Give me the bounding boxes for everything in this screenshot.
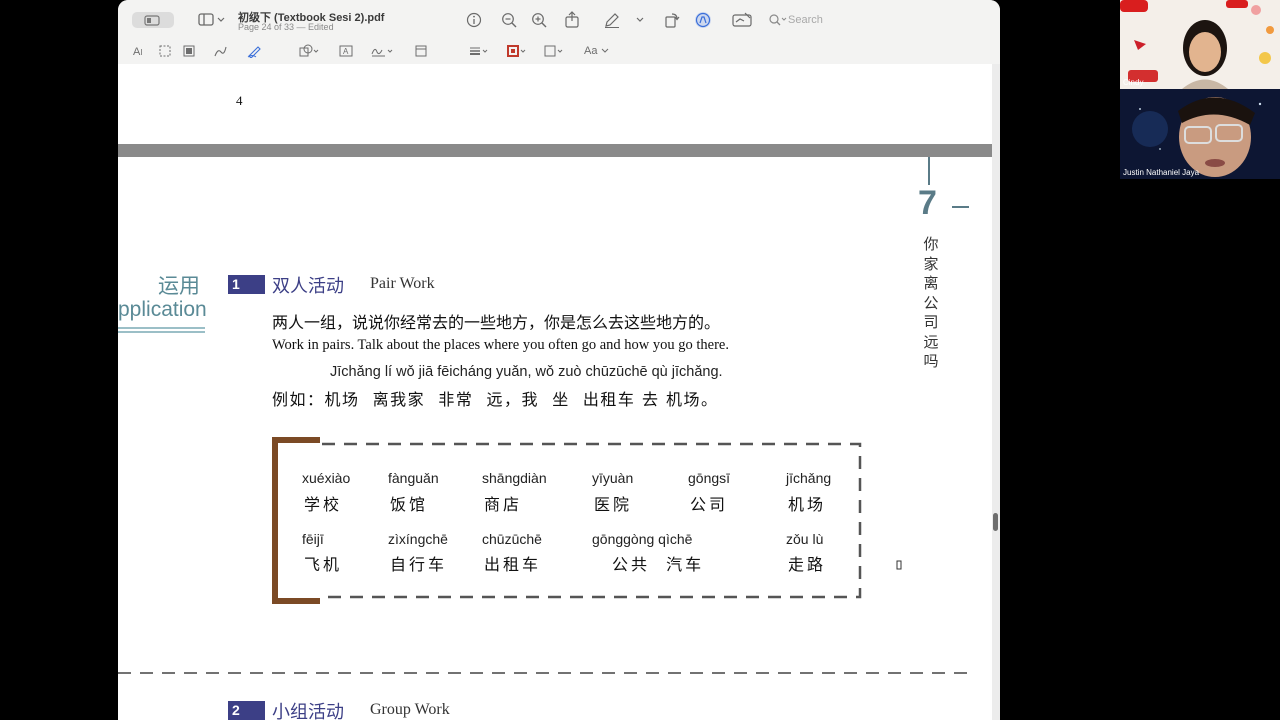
info-icon[interactable] (466, 12, 482, 28)
vocab-hanzi: 商店 (484, 495, 523, 514)
text-box-tool-icon[interactable]: A (339, 44, 353, 61)
section-label-cn: 运用 (158, 274, 200, 298)
webcam-tile-cindy[interactable]: Cindy (1120, 0, 1280, 89)
preview-window: 初级下 (Textbook Sesi 2).pdf Page 24 of 33 … (118, 0, 1000, 720)
zoom-out-icon[interactable] (501, 12, 517, 28)
vocab-hanzi: 公司 (690, 495, 729, 514)
example-cn: 例如：机场 离我家 非常 远，我 坐 出租车 去 机场。 (272, 390, 719, 409)
section-underline-2 (118, 331, 205, 333)
vocab-pinyin: fànguǎn (388, 470, 439, 486)
signature-tool-icon[interactable] (371, 44, 395, 61)
vocab-pinyin: jīchǎng (786, 470, 832, 486)
vocab-hanzi: 出租车 (484, 555, 542, 574)
search-field[interactable]: Search (764, 12, 984, 28)
border-color-icon[interactable] (507, 44, 529, 61)
line-style-icon[interactable] (469, 44, 491, 61)
vocab-pinyin: fēijī (302, 531, 324, 547)
activity-1-title-cn: 双人活动 (272, 276, 344, 297)
draw-tool-icon[interactable] (247, 44, 261, 61)
window-mode-control[interactable] (132, 12, 174, 28)
chapter-title-char: 司 (923, 313, 939, 331)
chapter-title-char: 吗 (923, 352, 939, 370)
activity-2-title-cn: 小组活动 (272, 702, 344, 720)
vocab-hanzi: 机场 (788, 495, 827, 514)
redact-tool-icon[interactable] (183, 45, 195, 60)
vocab-pinyin: shāngdiàn (482, 470, 547, 486)
vocab-pinyin: xuéxiào (302, 470, 351, 486)
markup-icon[interactable] (695, 12, 711, 28)
instruction-cn: 两人一组，说说你经常去的一些地方，你是怎么去这些地方的。 (272, 313, 721, 332)
vocab-pinyin: chūzūchē (482, 531, 542, 547)
cursor-icon (896, 560, 902, 570)
chapter-dash (952, 206, 969, 208)
shapes-tool-icon[interactable] (299, 44, 321, 61)
vocab-pinyin: yīyuàn (592, 470, 634, 486)
svg-text:A: A (343, 47, 349, 56)
previous-page (118, 64, 992, 144)
previous-page-number: 4 (236, 93, 243, 108)
chapter-title-char: 远 (923, 332, 939, 351)
section-underline (118, 327, 205, 329)
document-subtitle: Page 24 of 33 — Edited (238, 22, 334, 32)
chapter-title-char: 公 (923, 293, 939, 312)
vocab-hanzi: 公共 汽车 (612, 555, 705, 574)
activity-2-badge: 2 (228, 701, 265, 720)
annotation-form-icon[interactable] (732, 12, 752, 28)
markup-toolbar: AI A Aa (118, 40, 1000, 65)
pdf-page: 7 你家离公司远吗 运用 pplication 1 双人活动 Pair Work… (118, 157, 992, 720)
activity-2-title-en: Group Work (370, 701, 450, 718)
vocab-box-frame (272, 437, 862, 604)
vocab-pinyin: zǒu lù (786, 531, 824, 547)
vocab-hanzi: 学校 (304, 495, 343, 514)
chapter-title-char: 离 (923, 274, 939, 292)
vertical-scrollbar[interactable] (992, 64, 1000, 720)
chapter-title-char: 家 (923, 254, 939, 273)
chapter-title-char: 你 (923, 235, 939, 253)
search-icon (769, 14, 787, 26)
chapter-title-vertical: 你家离公司远吗 (921, 235, 941, 372)
sidebar-toggle-icon[interactable] (198, 12, 226, 28)
vocab-pinyin: zìxíngchē (388, 531, 448, 547)
text-selection-tool-icon[interactable]: AI (133, 46, 143, 58)
fill-color-icon[interactable] (544, 44, 566, 61)
highlight-pen-icon[interactable] (604, 12, 646, 28)
zoom-in-icon[interactable] (531, 12, 547, 28)
vocab-hanzi: 走路 (788, 555, 827, 574)
section-separator (118, 672, 970, 674)
note-tool-icon[interactable] (414, 44, 428, 61)
section-label-en: pplication (118, 298, 207, 321)
webcam-tile-justin[interactable]: Justin Nathaniel Jaya (1120, 89, 1280, 179)
vocab-pinyin: gōngsī (688, 470, 731, 486)
sketch-tool-icon[interactable] (213, 44, 227, 61)
participant-name-justin: Justin Nathaniel Jaya (1123, 168, 1200, 177)
activity-1-badge: 1 (228, 275, 265, 294)
instruction-en: Work in pairs. Talk about the places whe… (272, 337, 729, 353)
vocab-hanzi: 医院 (594, 495, 633, 514)
vocab-hanzi: 飞机 (304, 555, 343, 574)
page-gap (118, 144, 992, 157)
activity-1-title-en: Pair Work (370, 275, 435, 292)
cindy-video (1120, 0, 1280, 89)
text-style-button[interactable]: Aa (584, 45, 609, 57)
vocab-pinyin: gōnggòng qìchē (592, 531, 693, 547)
share-icon[interactable] (564, 11, 580, 28)
search-placeholder: Search (788, 14, 823, 26)
justin-video (1120, 89, 1280, 179)
rotate-icon[interactable] (664, 12, 680, 28)
participant-name-cindy: Cindy (1123, 78, 1144, 87)
chapter-rule (928, 157, 930, 185)
vocab-hanzi: 自行车 (390, 555, 448, 574)
example-pinyin: Jīchǎng lí wǒ jiā fēicháng yuǎn, wǒ zuò … (330, 364, 723, 380)
scrollbar-thumb[interactable] (993, 513, 998, 531)
rect-selection-tool-icon[interactable] (159, 45, 171, 60)
vocab-hanzi: 饭馆 (390, 495, 429, 514)
chapter-number: 7 (918, 184, 937, 222)
title-bar: 初级下 (Textbook Sesi 2).pdf Page 24 of 33 … (118, 0, 1000, 40)
